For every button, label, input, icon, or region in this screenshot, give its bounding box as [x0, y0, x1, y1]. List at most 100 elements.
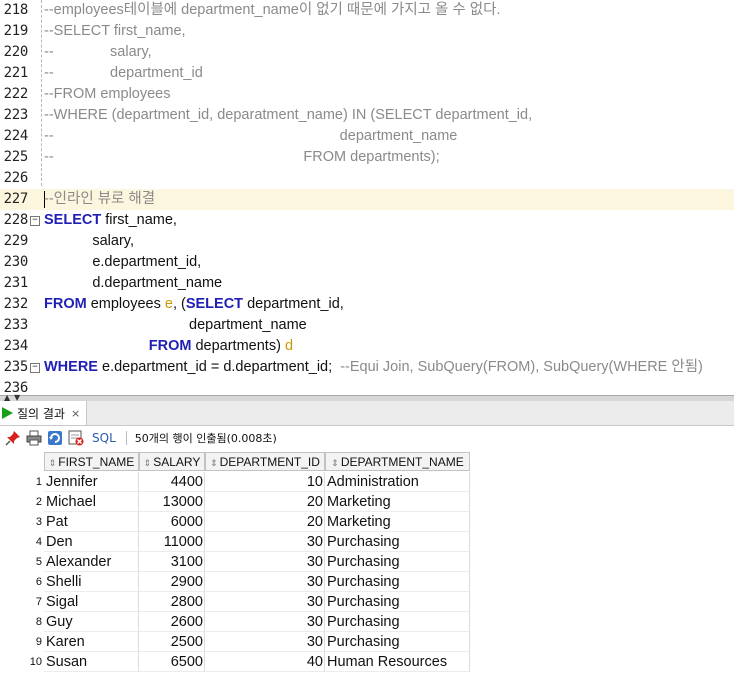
code-line[interactable]: 220 -- salary,: [0, 42, 734, 63]
sql-button[interactable]: SQL: [92, 431, 116, 445]
print-icon[interactable]: [26, 430, 42, 446]
table-row[interactable]: 8 Guy 2600 30 Purchasing: [0, 612, 470, 632]
cell-department-id[interactable]: 30: [205, 592, 325, 612]
cell-department-name[interactable]: Purchasing: [325, 612, 470, 632]
code-line[interactable]: 232 FROM employees e, (SELECT department_…: [0, 294, 734, 315]
cell-department-name[interactable]: Purchasing: [325, 552, 470, 572]
code-line[interactable]: 231 d.department_name: [0, 273, 734, 294]
code-line[interactable]: 224 -- department_name: [0, 126, 734, 147]
cell-department-name[interactable]: Human Resources: [325, 652, 470, 672]
table-row[interactable]: 1 Jennifer 4400 10 Administration: [0, 472, 470, 492]
table-row[interactable]: 4 Den 11000 30 Purchasing: [0, 532, 470, 552]
table-row[interactable]: 10 Susan 6500 40 Human Resources: [0, 652, 470, 672]
cell-salary[interactable]: 2500: [139, 632, 205, 652]
cell-salary[interactable]: 13000: [139, 492, 205, 512]
refresh-icon[interactable]: [47, 430, 63, 446]
cell-salary[interactable]: 6500: [139, 652, 205, 672]
cell-first-name[interactable]: Den: [44, 532, 139, 552]
cell-department-name[interactable]: Purchasing: [325, 592, 470, 612]
fold-toggle-icon[interactable]: −: [30, 363, 40, 373]
column-header-department-name[interactable]: ⇕ DEPARTMENT_NAME: [325, 452, 470, 471]
code-line[interactable]: 223 --WHERE (department_id, deparatment_n…: [0, 105, 734, 126]
code-line[interactable]: 234 FROM departments) d: [0, 336, 734, 357]
line-number: 218: [3, 2, 29, 18]
cell-department-id[interactable]: 10: [205, 472, 325, 492]
cell-first-name[interactable]: Guy: [44, 612, 139, 632]
sql-keyword: FROM: [148, 338, 192, 354]
code-line[interactable]: 225 -- FROM departments);: [0, 147, 734, 168]
code-line[interactable]: 226: [0, 168, 734, 189]
row-number: 9: [35, 636, 42, 648]
code-line[interactable]: 227 --인라인 뷰로 해결: [0, 189, 734, 210]
code-line[interactable]: 221 -- department_id: [0, 63, 734, 84]
table-row[interactable]: 5 Alexander 3100 30 Purchasing: [0, 552, 470, 572]
sql-keyword: SELECT: [185, 296, 244, 312]
cell-first-name[interactable]: Pat: [44, 512, 139, 532]
code-line[interactable]: 230 e.department_id,: [0, 252, 734, 273]
code-line[interactable]: 236: [0, 378, 734, 395]
line-number: 219: [3, 23, 29, 39]
cell-first-name[interactable]: Shelli: [44, 572, 139, 592]
sql-editor[interactable]: 218 --employees테이블에 department_name이 없기 때…: [0, 0, 734, 395]
cell-first-name[interactable]: Karen: [44, 632, 139, 652]
tab-query-result[interactable]: 질의 결과 ×: [0, 401, 88, 425]
cell-salary[interactable]: 2600: [139, 612, 205, 632]
cell-salary[interactable]: 2900: [139, 572, 205, 592]
row-number: 10: [29, 656, 42, 668]
pin-icon[interactable]: [5, 430, 21, 446]
code-text: --FROM employees: [44, 84, 171, 105]
cell-department-name[interactable]: Marketing: [325, 492, 470, 512]
code-text: --WHERE (department_id, deparatment_name…: [44, 105, 532, 126]
cell-first-name[interactable]: Jennifer: [44, 472, 139, 492]
table-row[interactable]: 2 Michael 13000 20 Marketing: [0, 492, 470, 512]
row-number: 5: [35, 556, 42, 568]
cell-first-name[interactable]: Alexander: [44, 552, 139, 572]
cell-department-id[interactable]: 30: [205, 532, 325, 552]
code-line[interactable]: 233 department_name: [0, 315, 734, 336]
cell-department-id[interactable]: 30: [205, 552, 325, 572]
cell-department-id[interactable]: 20: [205, 512, 325, 532]
run-icon: [2, 407, 13, 419]
code-line[interactable]: 219 --SELECT first_name,: [0, 21, 734, 42]
sql-comment: --Equi Join, SubQuery(FROM), SubQuery(WH…: [340, 359, 703, 375]
cell-department-id[interactable]: 20: [205, 492, 325, 512]
line-number: 225: [3, 149, 29, 165]
cell-salary[interactable]: 11000: [139, 532, 205, 552]
code-token: salary,: [44, 233, 134, 249]
cell-department-name[interactable]: Administration: [325, 472, 470, 492]
code-line[interactable]: 228− SELECT first_name,: [0, 210, 734, 231]
fold-toggle-icon[interactable]: −: [30, 216, 40, 226]
cell-department-id[interactable]: 30: [205, 612, 325, 632]
cell-department-id[interactable]: 30: [205, 572, 325, 592]
cell-salary[interactable]: 3100: [139, 552, 205, 572]
cell-department-name[interactable]: Purchasing: [325, 632, 470, 652]
close-icon[interactable]: ×: [71, 407, 80, 420]
table-row[interactable]: 7 Sigal 2800 30 Purchasing: [0, 592, 470, 612]
cancel-fetch-icon[interactable]: [68, 430, 84, 446]
code-text: --SELECT first_name,: [44, 21, 186, 42]
cell-salary[interactable]: 6000: [139, 512, 205, 532]
table-row[interactable]: 9 Karen 2500 30 Purchasing: [0, 632, 470, 652]
column-header-salary[interactable]: ⇕ SALARY: [139, 452, 205, 471]
cell-salary[interactable]: 2800: [139, 592, 205, 612]
cell-department-name[interactable]: Purchasing: [325, 572, 470, 592]
column-header-department-id[interactable]: ⇕ DEPARTMENT_ID: [205, 452, 325, 471]
code-text: --인라인 뷰로 해결: [44, 189, 155, 210]
cell-first-name[interactable]: Sigal: [44, 592, 139, 612]
sql-comment: -- department_id: [44, 65, 203, 81]
code-line[interactable]: 235− WHERE e.department_id = d.department…: [0, 357, 734, 378]
cell-first-name[interactable]: Michael: [44, 492, 139, 512]
cell-department-id[interactable]: 30: [205, 632, 325, 652]
cell-department-name[interactable]: Marketing: [325, 512, 470, 532]
results-grid[interactable]: ⇕ FIRST_NAME ⇕ SALARY ⇕ DEPARTMENT_ID ⇕ DEPA…: [0, 452, 470, 672]
cell-salary[interactable]: 4400: [139, 472, 205, 492]
table-row[interactable]: 6 Shelli 2900 30 Purchasing: [0, 572, 470, 592]
cell-department-name[interactable]: Purchasing: [325, 532, 470, 552]
column-header-first-name[interactable]: ⇕ FIRST_NAME: [44, 452, 139, 471]
cell-first-name[interactable]: Susan: [44, 652, 139, 672]
code-line[interactable]: 229 salary,: [0, 231, 734, 252]
cell-department-id[interactable]: 40: [205, 652, 325, 672]
code-line[interactable]: 218 --employees테이블에 department_name이 없기 때…: [0, 0, 734, 21]
code-line[interactable]: 222 --FROM employees: [0, 84, 734, 105]
table-row[interactable]: 3 Pat 6000 20 Marketing: [0, 512, 470, 532]
